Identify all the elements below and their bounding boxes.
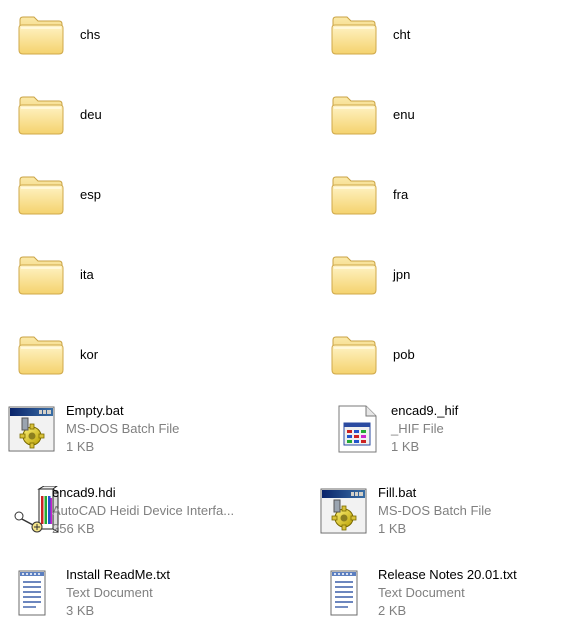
file-name: encad9._hif <box>391 403 459 418</box>
folder-item-kor[interactable]: kor <box>17 330 98 378</box>
folder-item-enu[interactable]: enu <box>330 90 415 138</box>
folder-icon <box>17 250 65 298</box>
folder-label: jpn <box>393 266 411 282</box>
file-type: _HIF File <box>391 421 444 436</box>
file-name: encad9.hdi <box>52 485 116 500</box>
folder-icon <box>330 10 378 58</box>
folder-item-chs[interactable]: chs <box>17 10 100 58</box>
text-document-icon <box>8 568 56 618</box>
batch-file-icon <box>8 404 56 454</box>
file-item-release-notes[interactable]: Release Notes 20.01.txt Text Document 2 … <box>320 567 517 618</box>
folder-icon <box>17 330 65 378</box>
folder-icon <box>330 330 378 378</box>
folder-label: pob <box>393 346 415 362</box>
file-item-empty-bat[interactable]: Empty.bat MS-DOS Batch File 1 KB <box>8 403 180 454</box>
folder-item-fra[interactable]: fra <box>330 170 408 218</box>
folder-icon <box>17 170 65 218</box>
file-type: MS-DOS Batch File <box>378 503 492 518</box>
file-type: Text Document <box>378 585 465 600</box>
file-size: 2 KB <box>378 603 407 618</box>
folder-icon <box>17 10 65 58</box>
file-name: Empty.bat <box>66 403 124 418</box>
heidi-driver-icon <box>8 486 56 536</box>
folder-item-pob[interactable]: pob <box>330 330 415 378</box>
folder-label: esp <box>80 186 101 202</box>
batch-file-icon <box>320 486 368 536</box>
folder-icon <box>330 90 378 138</box>
file-name: Release Notes 20.01.txt <box>378 567 517 582</box>
folder-item-esp[interactable]: esp <box>17 170 101 218</box>
folder-icon <box>17 90 65 138</box>
file-item-install-readme[interactable]: Install ReadMe.txt Text Document 3 KB <box>8 567 171 618</box>
folder-label: fra <box>393 186 409 202</box>
file-size: 1 KB <box>378 521 407 536</box>
file-type: MS-DOS Batch File <box>66 421 180 436</box>
folder-label: chs <box>80 26 101 42</box>
folder-label: kor <box>80 346 99 362</box>
file-item-encad9-hif[interactable]: encad9._hif _HIF File 1 KB <box>333 403 459 454</box>
file-size: 256 KB <box>52 521 95 536</box>
file-size: 1 KB <box>391 439 420 454</box>
file-type: AutoCAD Heidi Device Interfa... <box>52 503 235 518</box>
folder-label: cht <box>393 26 411 42</box>
folder-icon <box>330 250 378 298</box>
folder-label: ita <box>80 266 94 282</box>
file-size: 3 KB <box>66 603 95 618</box>
file-item-encad9-hdi[interactable]: encad9.hdi AutoCAD Heidi Device Interfa.… <box>8 485 235 536</box>
hif-file-icon <box>333 404 381 454</box>
folder-icon <box>330 170 378 218</box>
file-type: Text Document <box>66 585 153 600</box>
folder-item-ita[interactable]: ita <box>17 250 94 298</box>
folder-item-jpn[interactable]: jpn <box>330 250 410 298</box>
file-item-fill-bat[interactable]: Fill.bat MS-DOS Batch File 1 KB <box>320 485 492 536</box>
file-size: 1 KB <box>66 439 95 454</box>
text-document-icon <box>320 568 368 618</box>
folder-item-cht[interactable]: cht <box>330 10 410 58</box>
file-name: Fill.bat <box>378 485 417 500</box>
folder-label: deu <box>80 106 102 122</box>
folder-item-deu[interactable]: deu <box>17 90 102 138</box>
file-name: Install ReadMe.txt <box>66 567 171 582</box>
folder-label: enu <box>393 106 415 122</box>
